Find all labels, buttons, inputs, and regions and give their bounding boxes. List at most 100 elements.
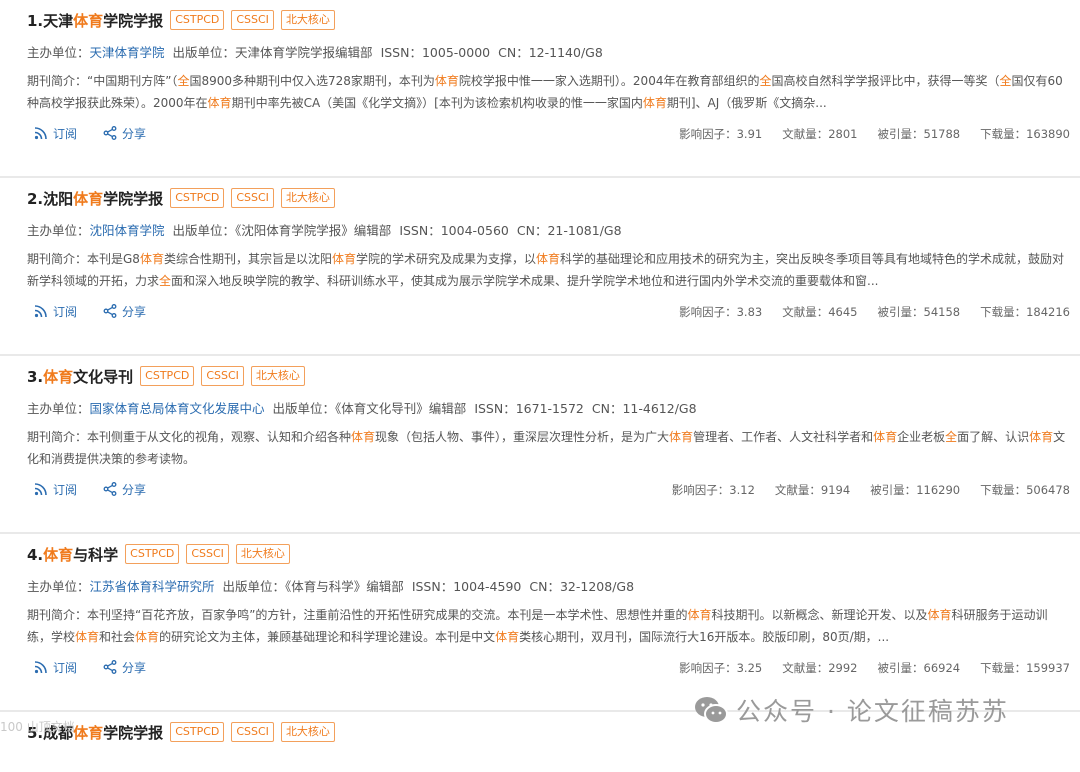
intro-text: 期刊]、AJ（俄罗斯《文摘杂... [666, 96, 827, 110]
share-label: 分享 [122, 304, 147, 319]
share-button[interactable]: 分享 [103, 303, 146, 320]
share-icon [103, 482, 117, 496]
journal-stats: 影响因子：3.12 文献量：9194 被引量：116290 下载量：506478 [672, 482, 1070, 498]
issn-value: 1004-0560 [440, 223, 509, 238]
title-post: 文化导刊 [73, 367, 134, 386]
share-button[interactable]: 分享 [103, 659, 146, 676]
intro-text: 院校学报中惟一一家入选期刊）。2004年在教育部组织的 [458, 74, 760, 88]
intro-text: 管理者、工作者、人文社科学者和 [693, 430, 874, 444]
journal-list: 1.天津体育学院学报 CSTPCD CSSCI 北大核心 主办单位：天津体育学院 出版单位… [0, 0, 1080, 772]
watermark: 公众号 · 论文征稿苏苏 [694, 688, 1009, 732]
actions: 订阅 分享 [34, 478, 172, 500]
journal-title[interactable]: 4.体育与科学 [27, 544, 118, 565]
intro-highlight: 体育 [687, 608, 712, 622]
journal-item: 3.体育文化导刊 CSTPCD CSSCI 北大核心 主办单位：国家体育总局体育文化发展… [0, 356, 1080, 534]
sponsor-label: 主办单位： [27, 223, 90, 238]
issn-label: ISSN： [411, 579, 454, 594]
rss-icon [34, 305, 47, 318]
intro-text: 国8900多种期刊中仅入选728家期刊，本刊为 [189, 74, 435, 88]
citation-count-value: 51788 [923, 127, 961, 141]
sponsor-link[interactable]: 天津体育学院 [90, 45, 165, 60]
journal-intro: 期刊简介：“中国期刊方阵”（全国8900多种期刊中仅入选728家期刊，本刊为体育… [27, 70, 1070, 114]
document-count: 文献量：4645 [782, 305, 857, 319]
publisher-value: 天津体育学院学报编辑部 [235, 45, 373, 60]
share-button[interactable]: 分享 [103, 125, 146, 142]
journal-info: 主办单位：江苏省体育科学研究所 出版单位：《体育与科学》编辑部 ISSN：1004-… [27, 576, 634, 595]
index-badge: CSSCI [231, 10, 274, 30]
citation-count: 被引量：51788 [878, 127, 961, 141]
intro-highlight: 体育 [642, 96, 667, 110]
cn-value: 32-1208/G8 [559, 579, 635, 594]
share-label: 分享 [122, 660, 147, 675]
sponsor-label: 主办单位： [27, 45, 90, 60]
issn-label: ISSN： [474, 401, 516, 416]
intro-text: 类综合性期刊，其宗旨是以沈阳 [163, 252, 332, 266]
publisher-label: 出版单位： [172, 223, 236, 238]
intro-highlight: 体育 [331, 252, 356, 266]
actions: 订阅 分享 [34, 122, 172, 144]
download-count-value: 184216 [1026, 305, 1070, 319]
intro-text: 学院的学术研究及成果为支撑，以 [355, 252, 536, 266]
title-index: 2. [27, 189, 44, 208]
download-count-label: 下载量： [980, 661, 1027, 675]
share-icon [103, 304, 117, 318]
impact-factor-label: 影响因子： [671, 483, 730, 497]
share-icon [103, 660, 117, 674]
document-count-value: 2801 [828, 127, 858, 141]
index-badge: CSTPCD [140, 366, 195, 386]
intro-text: 面了解、认识 [957, 430, 1030, 444]
journal-title[interactable]: 3.体育文化导刊 [27, 366, 133, 387]
index-badge: CSSCI [231, 722, 274, 742]
intro-text: 期刊简介：本刊侧重于从文化的视角，观察、认知和介绍各种 [27, 430, 352, 444]
intro-highlight: 体育 [207, 96, 232, 110]
wechat-icon [695, 697, 728, 724]
issn-value: 1005-0000 [421, 45, 491, 60]
impact-factor-label: 影响因子： [679, 305, 737, 319]
journal-title[interactable]: 1.天津体育学院学报 [27, 10, 163, 31]
document-count-label: 文献量： [782, 305, 829, 319]
subscribe-button[interactable]: 订阅 [34, 481, 77, 498]
intro-highlight: 全 [945, 430, 958, 444]
intro-highlight: 体育 [434, 74, 459, 88]
subscribe-label: 订阅 [53, 660, 78, 675]
sponsor-link[interactable]: 国家体育总局体育文化发展中心 [90, 401, 265, 416]
title-highlight: 体育 [43, 367, 74, 386]
document-count: 文献量：9194 [775, 483, 850, 497]
actions: 订阅 分享 [34, 300, 172, 322]
intro-text: 现象（包括人物、事件），重深层次理性分析，是为广大 [375, 430, 670, 444]
title-post: 与科学 [73, 545, 119, 564]
journal-stats: 影响因子：3.91 文献量：2801 被引量：51788 下载量：163890 [679, 126, 1070, 142]
journal-info: 主办单位：国家体育总局体育文化发展中心 出版单位：《体育文化导刊》编辑部 ISSN：… [27, 398, 697, 417]
title-row: 3.体育文化导刊 CSTPCD CSSCI 北大核心 [27, 364, 305, 388]
cn-label: CN： [498, 45, 529, 60]
intro-highlight: 体育 [873, 430, 898, 444]
title-post: 学院学报 [103, 189, 164, 208]
cn-value: 21-1081/G8 [547, 223, 622, 238]
document-count-value: 2992 [828, 661, 858, 675]
subscribe-button[interactable]: 订阅 [34, 659, 77, 676]
share-icon [103, 126, 117, 140]
journal-title[interactable]: 2.沈阳体育学院学报 [27, 188, 163, 209]
intro-highlight: 体育 [1029, 430, 1054, 444]
impact-factor-value: 3.12 [729, 483, 755, 497]
subscribe-label: 订阅 [53, 482, 78, 497]
sponsor-link[interactable]: 沈阳体育学院 [90, 223, 165, 238]
document-count-label: 文献量： [782, 661, 829, 675]
citation-count-value: 54158 [923, 305, 961, 319]
sponsor-link[interactable]: 江苏省体育科学研究所 [90, 579, 215, 594]
journal-intro: 期刊简介：本刊侧重于从文化的视角，观察、认知和介绍各种 体育 现象（包括人物、事件）… [27, 426, 1070, 470]
cn-label: CN： [529, 579, 560, 594]
document-count: 文献量：2801 [782, 127, 857, 141]
subscribe-button[interactable]: 订阅 [34, 125, 77, 142]
download-count-value: 159937 [1026, 661, 1070, 675]
citation-count-value: 66924 [923, 661, 961, 675]
publisher-label: 出版单位： [222, 579, 286, 594]
subscribe-button[interactable]: 订阅 [34, 303, 77, 320]
share-button[interactable]: 分享 [103, 481, 146, 498]
title-row: 4.体育与科学 CSTPCD CSSCI 北大核心 [27, 542, 290, 566]
download-count-value: 163890 [1026, 127, 1070, 141]
intro-highlight: 体育 [75, 630, 100, 644]
intro-text: 期刊简介：“中国期刊方阵”（ [27, 74, 178, 88]
journal-item: 2.沈阳体育学院学报 CSTPCD CSSCI 北大核心 主办单位：沈阳体育学院 出版单位… [0, 178, 1080, 356]
title-index: 1. [27, 11, 44, 30]
